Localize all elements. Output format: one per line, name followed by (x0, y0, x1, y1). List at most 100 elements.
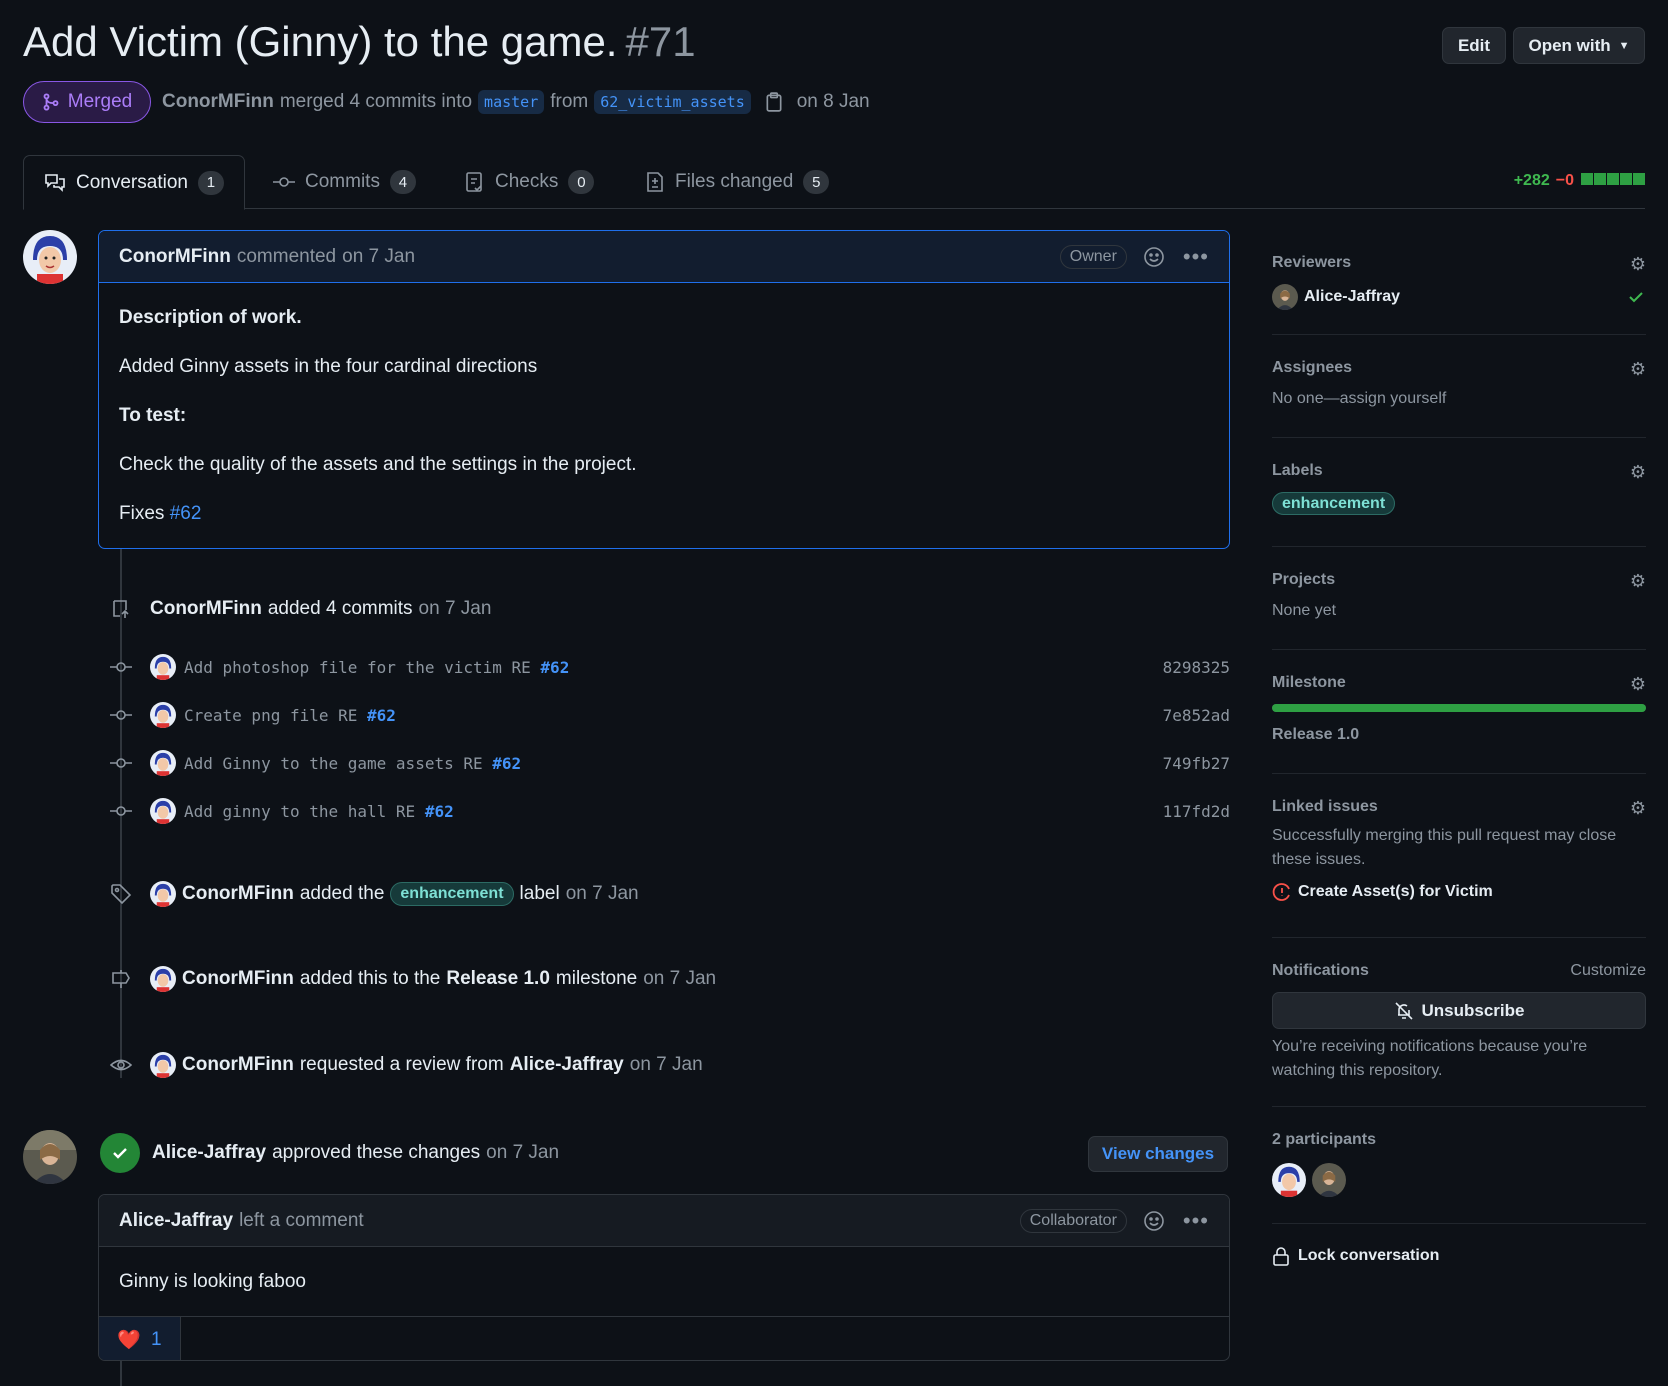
issue-link[interactable]: #62 (170, 503, 202, 524)
diffstat-block (1581, 173, 1593, 185)
linked-issue-row[interactable]: Create Asset(s) for Victim (1272, 882, 1646, 902)
comment-header: Alice-Jaffray left a comment Collaborato… (99, 1195, 1229, 1247)
event-author[interactable]: ConorMFinn (150, 598, 262, 620)
gear-icon[interactable]: ⚙ (1630, 571, 1646, 592)
gear-icon[interactable]: ⚙ (1630, 359, 1646, 380)
event-text: added 4 commits (267, 598, 413, 619)
commit-sha[interactable]: 7e852ad (1163, 706, 1230, 725)
commit-sha[interactable]: 117fd2d (1163, 802, 1230, 821)
event-author[interactable]: Alice-Jaffray (152, 1142, 266, 1164)
tab-commits[interactable]: Commits 4 (273, 155, 416, 209)
comment-date[interactable]: on 7 Jan (342, 246, 415, 268)
comment-author[interactable]: Alice-Jaffray (119, 1210, 233, 1232)
event-date[interactable]: on 7 Jan (566, 883, 639, 905)
reviewer-name[interactable]: Alice-Jaffray (1304, 288, 1400, 306)
review-requested-event: ConorMFinn requested a review from Alice… (110, 1052, 703, 1078)
linked-issue-title[interactable]: Create Asset(s) for Victim (1298, 883, 1493, 901)
avatar-conormfinn-small[interactable] (150, 654, 176, 680)
git-merge-icon (43, 93, 59, 111)
heart-reaction[interactable]: ❤️ 1 (99, 1317, 181, 1360)
avatar-conormfinn-small[interactable] (150, 798, 176, 824)
from-text: from (550, 91, 589, 112)
comment-author[interactable]: ConorMFinn (119, 246, 231, 268)
event-author[interactable]: ConorMFinn (182, 883, 294, 905)
gear-icon[interactable]: ⚙ (1630, 254, 1646, 275)
view-changes-button[interactable]: View changes (1088, 1136, 1228, 1172)
reviewer-row: Alice-Jaffray (1272, 284, 1646, 310)
avatar-conormfinn-small[interactable] (150, 966, 176, 992)
commit-message[interactable]: Add Ginny to the game assets RE #62 (184, 754, 521, 773)
issue-ref-link[interactable]: #62 (367, 706, 396, 725)
gear-icon[interactable]: ⚙ (1630, 462, 1646, 483)
participant-avatar[interactable] (1312, 1163, 1346, 1197)
label-enhancement[interactable]: enhancement (1272, 492, 1396, 515)
customize-link[interactable]: Customize (1570, 962, 1646, 980)
unsubscribe-button[interactable]: Unsubscribe (1272, 992, 1646, 1029)
commit-sha[interactable]: 8298325 (1163, 658, 1230, 677)
deletions: −0 (1555, 172, 1574, 189)
reviewer-link[interactable]: Alice-Jaffray (510, 1054, 624, 1076)
milestone-title[interactable]: Milestone (1272, 674, 1646, 692)
commit-row: Create png file RE #62 7e852ad (110, 700, 1230, 730)
label-enhancement[interactable]: enhancement (390, 882, 514, 906)
owner-badge: Owner (1059, 244, 1127, 269)
projects-title[interactable]: Projects (1272, 571, 1646, 589)
assignees-text[interactable]: No one—assign yourself (1272, 387, 1646, 411)
issue-ref-link[interactable]: #62 (540, 658, 569, 677)
gear-icon[interactable]: ⚙ (1630, 798, 1646, 819)
event-author[interactable]: ConorMFinn (182, 968, 294, 990)
issue-closed-icon (1272, 883, 1290, 901)
copy-icon[interactable] (765, 92, 783, 112)
event-suffix: milestone (555, 968, 638, 989)
kebab-horizontal-icon[interactable]: ••• (1183, 1208, 1209, 1234)
lock-icon (1273, 1247, 1289, 1266)
event-author[interactable]: ConorMFinn (182, 1054, 294, 1076)
edit-button[interactable]: Edit (1442, 27, 1506, 64)
kebab-horizontal-icon[interactable]: ••• (1183, 244, 1209, 270)
issue-ref-link[interactable]: #62 (492, 754, 521, 773)
reaction-count: 1 (151, 1328, 162, 1350)
avatar-conormfinn-small[interactable] (150, 1052, 176, 1078)
git-commit-icon (110, 660, 132, 674)
open-with-button[interactable]: Open with ▼ (1513, 27, 1645, 64)
event-suffix: label (519, 883, 560, 904)
tab-files-changed[interactable]: Files changed 5 (645, 155, 830, 209)
assignees-title[interactable]: Assignees (1272, 359, 1646, 377)
milestone-link[interactable]: Release 1.0 (446, 968, 550, 990)
commit-message[interactable]: Create png file RE #62 (184, 706, 396, 725)
event-date[interactable]: on 7 Jan (643, 968, 716, 990)
avatar-conormfinn-small[interactable] (150, 702, 176, 728)
commits-added-event: ConorMFinn added 4 commits on 7 Jan (110, 598, 491, 620)
commit-message[interactable]: Add ginny to the hall RE #62 (184, 802, 454, 821)
commit-message[interactable]: Add photoshop file for the victim RE #62 (184, 658, 569, 677)
avatar-conormfinn[interactable] (23, 230, 77, 284)
smiley-icon[interactable] (1143, 246, 1165, 268)
event-date[interactable]: on 7 Jan (630, 1054, 703, 1076)
milestone-name[interactable]: Release 1.0 (1272, 726, 1646, 744)
participant-avatar[interactable] (1272, 1163, 1306, 1197)
head-branch[interactable]: 62_victim_assets (594, 90, 751, 114)
tag-icon (110, 883, 132, 905)
commit-sha[interactable]: 749fb27 (1163, 754, 1230, 773)
event-date[interactable]: on 7 Jan (419, 598, 492, 620)
event-date[interactable]: on 7 Jan (486, 1142, 559, 1164)
gear-icon[interactable]: ⚙ (1630, 674, 1646, 695)
smiley-icon[interactable] (1143, 1210, 1165, 1232)
base-branch[interactable]: master (478, 90, 545, 114)
milestone-progress (1272, 704, 1646, 712)
avatar-alice-jaffray-small[interactable] (1272, 284, 1298, 310)
lock-conversation[interactable]: Lock conversation (1272, 1246, 1439, 1266)
sidebar-projects: Projects ⚙ None yet (1272, 547, 1646, 650)
notifications-title: Notifications (1272, 962, 1369, 979)
author-link[interactable]: ConorMFinn (162, 91, 274, 113)
labels-title[interactable]: Labels (1272, 462, 1646, 480)
avatar-conormfinn-small[interactable] (150, 750, 176, 776)
avatar-alice-jaffray[interactable] (23, 1130, 77, 1184)
linked-title[interactable]: Linked issues (1272, 798, 1646, 816)
avatar-conormfinn-small[interactable] (150, 881, 176, 907)
issue-ref-link[interactable]: #62 (425, 802, 454, 821)
reviewers-title[interactable]: Reviewers (1272, 254, 1646, 272)
tab-conversation[interactable]: Conversation 1 (23, 155, 245, 210)
label-added-event: ConorMFinn added the enhancement label o… (110, 881, 639, 907)
tab-checks[interactable]: Checks 0 (465, 155, 595, 209)
